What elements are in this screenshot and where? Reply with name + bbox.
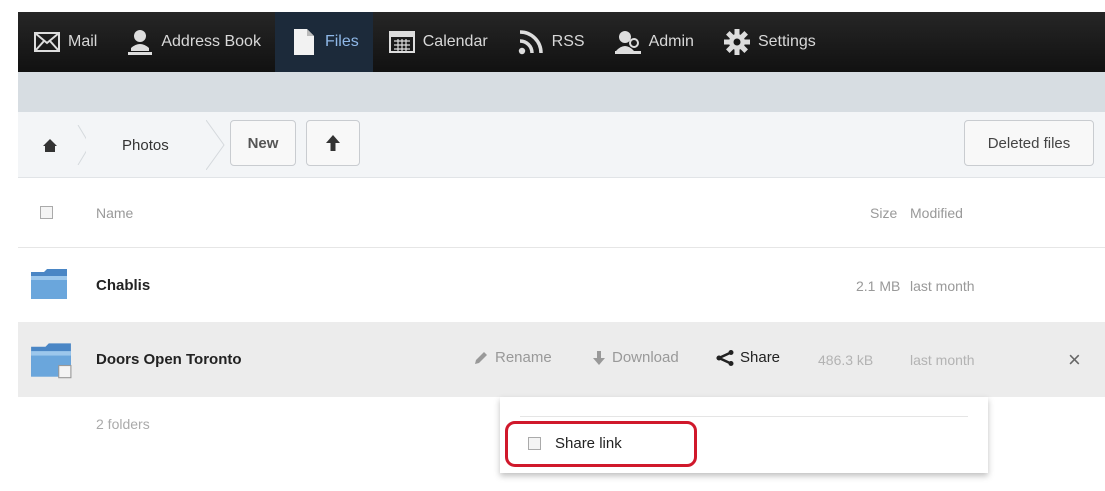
nav-item-settings[interactable]: Settings (708, 12, 830, 72)
download-arrow-icon (592, 350, 606, 366)
column-name[interactable]: Name (96, 205, 133, 221)
nav-item-label: Files (324, 33, 359, 50)
nav-item-label: Address Book (161, 33, 261, 50)
files-controls-bar: Photos (18, 112, 1105, 178)
nav-item-calendar[interactable]: Calendar (373, 12, 502, 72)
nav-item-admin[interactable]: Admin (599, 12, 708, 72)
nav-item-label: RSS (551, 33, 585, 50)
folder-count-summary: 2 folders (96, 416, 150, 432)
share-icon (716, 349, 734, 366)
nav-item-label: Mail (68, 33, 98, 50)
person-icon (125, 27, 155, 57)
table-row[interactable]: Doors Open Toronto Rename Download Share… (18, 323, 1105, 397)
folder-icon (31, 269, 67, 299)
pencil-icon (473, 350, 489, 366)
file-list-header: Name Size Modified (18, 178, 1105, 248)
nav-item-rss[interactable]: RSS (502, 12, 599, 72)
nav-item-files[interactable]: Files (274, 12, 373, 72)
breadcrumb-separator (206, 120, 225, 170)
upload-button[interactable] (306, 120, 360, 166)
shared-folder-icon (31, 343, 72, 379)
new-button[interactable]: New (230, 120, 296, 166)
home-icon (43, 124, 91, 166)
column-size[interactable]: Size (870, 205, 897, 221)
nav-item-label: Admin (648, 33, 694, 50)
file-name[interactable]: Chablis (96, 277, 150, 294)
download-label: Download (612, 349, 679, 366)
nav-item-mail[interactable]: Mail (18, 12, 111, 72)
calendar-icon (387, 27, 417, 57)
file-size: 486.3 kB (818, 352, 874, 368)
up-arrow-icon (326, 135, 340, 151)
deleted-files-button[interactable]: Deleted files (964, 120, 1094, 166)
file-size: 2.1 MB (856, 278, 901, 294)
column-modified[interactable]: Modified (910, 205, 963, 221)
close-icon[interactable]: × (1068, 347, 1081, 373)
admin-icon (613, 27, 643, 57)
app-nav-bar: Mail Address Book Files Calendar RSS Adm… (18, 12, 1105, 72)
subheader-band (18, 72, 1105, 112)
nav-item-label: Settings (757, 33, 816, 50)
share-label: Share (740, 349, 781, 366)
rename-label: Rename (495, 349, 552, 366)
file-modified: last month (910, 352, 975, 368)
breadcrumb-home[interactable] (30, 124, 91, 166)
file-name[interactable]: Doors Open Toronto (96, 351, 242, 368)
rss-icon (516, 27, 546, 57)
dropdown-divider (520, 416, 968, 417)
mail-icon (32, 27, 62, 57)
breadcrumb-label: Photos (122, 136, 169, 154)
nav-item-address-book[interactable]: Address Book (111, 12, 275, 72)
gear-icon (722, 27, 752, 57)
table-row[interactable]: Chablis 2.1 MB last month (18, 249, 1105, 323)
share-action[interactable]: Share (716, 349, 780, 366)
nav-item-label: Calendar (422, 33, 488, 50)
download-action[interactable]: Download (592, 349, 679, 366)
highlight-annotation (505, 421, 697, 467)
file-icon (289, 27, 319, 57)
select-all-checkbox[interactable] (40, 206, 53, 219)
rename-action[interactable]: Rename (473, 349, 552, 366)
file-modified: last month (910, 278, 975, 294)
